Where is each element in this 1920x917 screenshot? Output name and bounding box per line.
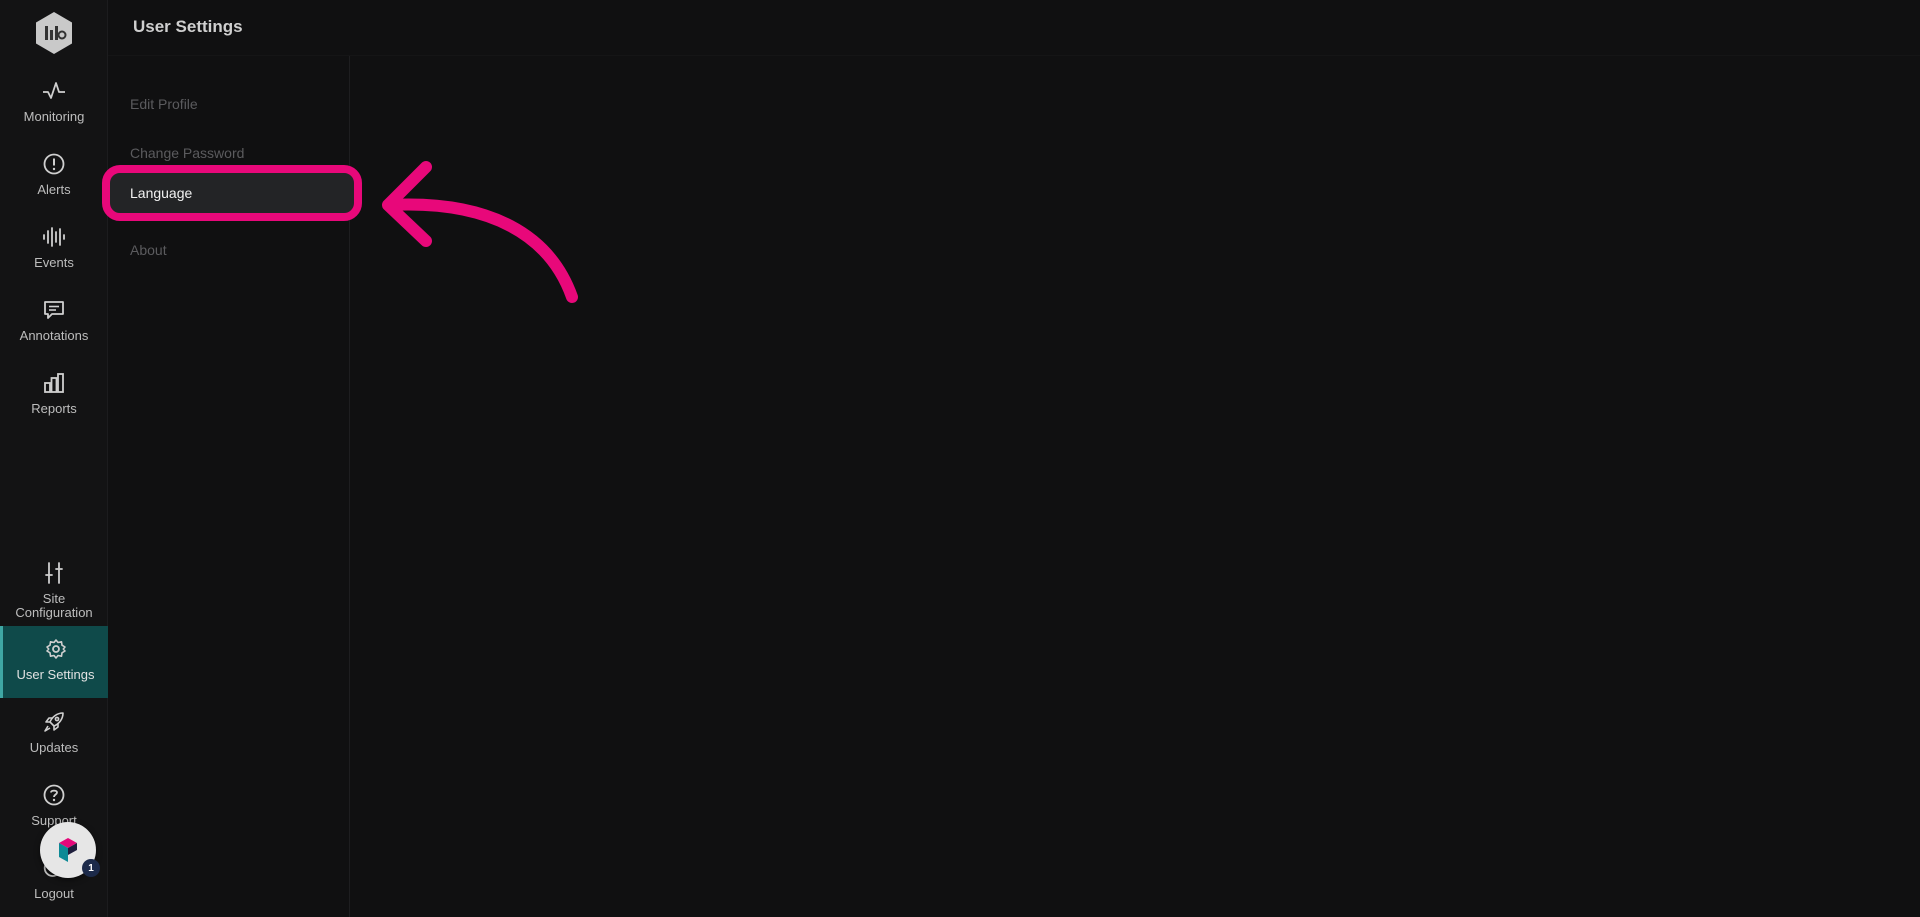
sidebar: Monitoring Alerts Events Annotations Rep… [0, 0, 108, 917]
sidebar-item-annotations[interactable]: Annotations [0, 287, 108, 359]
waveform-icon [41, 224, 67, 250]
notification-count-badge: 1 [82, 859, 100, 877]
sidebar-item-label: Logout [34, 886, 74, 901]
sliders-icon [41, 560, 67, 586]
comment-icon [41, 297, 67, 323]
sidebar-item-label: Annotations [19, 328, 89, 343]
sidebar-item-monitoring[interactable]: Monitoring [0, 68, 108, 140]
bar-chart-icon [41, 370, 67, 396]
sidebar-item-reports[interactable]: Reports [0, 360, 108, 432]
app-logo[interactable] [34, 11, 74, 55]
gear-icon [43, 636, 69, 662]
help-icon [41, 782, 67, 808]
sidebar-item-label: Events [34, 255, 74, 270]
sidebar-item-label: User Settings [16, 667, 95, 682]
sidebar-item-label: Reports [31, 401, 77, 416]
sidebar-item-events[interactable]: Events [0, 214, 108, 286]
pulse-icon [41, 78, 67, 104]
sidebar-item-site-configuration[interactable]: Site Configuration [0, 550, 108, 622]
sidebar-item-user-settings[interactable]: User Settings [0, 626, 108, 698]
page-title: User Settings [133, 17, 243, 36]
sidebar-item-label: Monitoring [23, 109, 85, 124]
sidebar-item-label: Alerts [37, 182, 71, 197]
header-divider [108, 55, 1920, 56]
settings-menu-language[interactable]: Language [102, 165, 362, 221]
sidebar-item-label: Site Configuration [15, 591, 93, 620]
sidebar-item-updates[interactable]: Updates [0, 699, 108, 771]
annotation-arrow [382, 161, 578, 303]
alert-icon [41, 151, 67, 177]
rocket-icon [41, 709, 67, 735]
help-widget-icon [59, 838, 77, 862]
settings-menu-edit-profile[interactable]: Edit Profile [130, 82, 366, 126]
sidebar-item-label: Updates [29, 740, 79, 755]
sidebar-item-alerts[interactable]: Alerts [0, 141, 108, 213]
settings-menu-about[interactable]: About [130, 228, 366, 272]
